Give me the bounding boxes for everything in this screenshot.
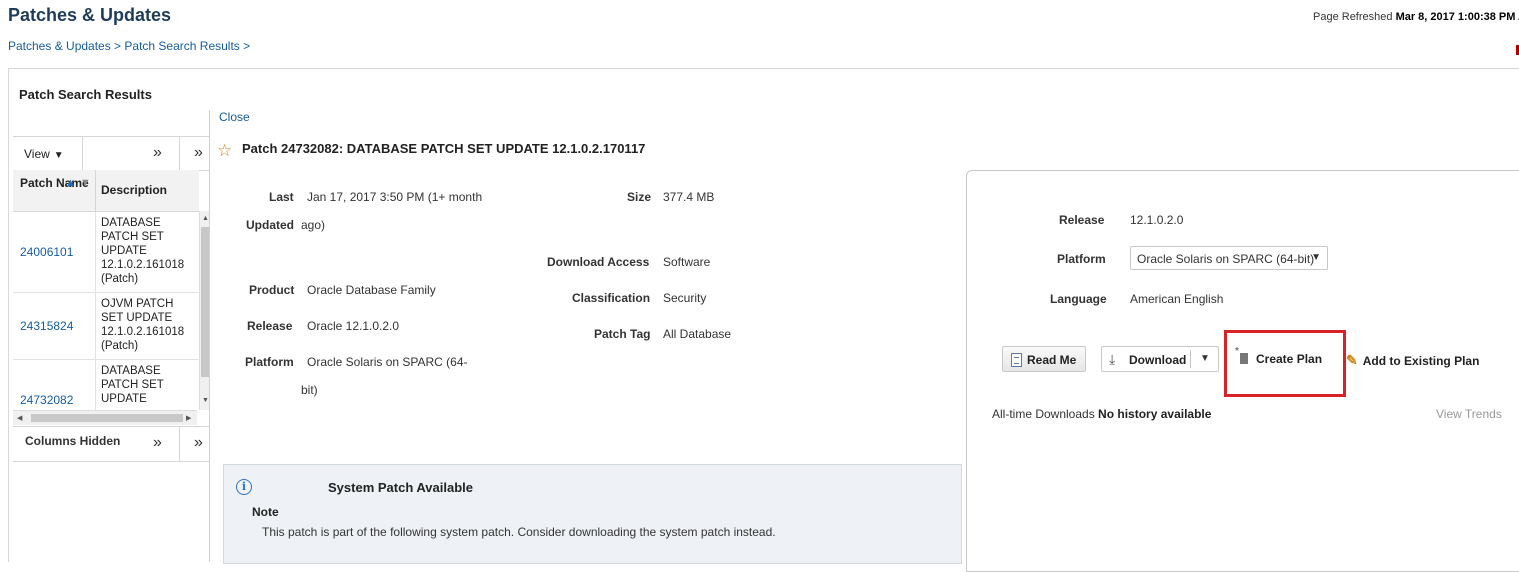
- classification-label: Classification: [572, 291, 651, 305]
- table-row[interactable]: 24006101 DATABASE PATCH SET UPDATE 12.1.…: [13, 212, 199, 293]
- table-row[interactable]: 24732082 DATABASE PATCH SET UPDATE: [13, 360, 199, 410]
- toolbar-separator: [82, 137, 83, 170]
- info-icon: i: [236, 479, 252, 495]
- page-title: Patches & Updates: [8, 5, 172, 25]
- patch-description: DATABASE PATCH SET UPDATE: [101, 365, 164, 405]
- content-left-border: [8, 68, 9, 562]
- sort-descending-icon[interactable]: ▼: [80, 177, 91, 189]
- patch-number-link[interactable]: 24006101: [20, 245, 73, 259]
- platform-value-cont: bit): [301, 383, 318, 397]
- scroll-up-icon[interactable]: ▲: [202, 215, 209, 222]
- release-label: Release: [247, 319, 293, 333]
- panel-language-label: Language: [1050, 292, 1107, 306]
- patch-tag-value: All Database: [663, 327, 732, 341]
- note-label: Note: [252, 505, 279, 519]
- last-updated-label-cont: Updated: [246, 218, 294, 232]
- document-icon: [1011, 353, 1022, 367]
- size-label: Size: [627, 190, 652, 204]
- table-row[interactable]: 24315824 OJVM PATCH SET UPDATE 12.1.0.2.…: [13, 293, 199, 360]
- page-refreshed: Page Refreshed Mar 8, 2017 1:00:38 PM A: [1313, 11, 1519, 23]
- scroll-thumb[interactable]: [31, 414, 183, 422]
- download-access-value: Software: [663, 255, 711, 269]
- note-text: This patch is part of the following syst…: [262, 525, 776, 539]
- view-menu[interactable]: View ▼: [24, 147, 64, 161]
- panel-platform-label: Platform: [1057, 252, 1106, 266]
- double-chevron-icon[interactable]: »: [153, 434, 162, 452]
- all-time-downloads-value: No history available: [1098, 407, 1212, 421]
- patch-description: DATABASE PATCH SET UPDATE 12.1.0.2.16101…: [101, 217, 185, 285]
- panel-release-value: 12.1.0.2.0: [1130, 213, 1184, 227]
- all-time-downloads: All-time Downloads No history available: [992, 407, 1211, 421]
- double-chevron-icon[interactable]: »: [194, 144, 203, 162]
- toolbar-separator: [179, 137, 180, 170]
- vertical-scrollbar[interactable]: ▲ ▼: [199, 211, 209, 410]
- download-button[interactable]: ⤓ Download ▼: [1101, 346, 1219, 372]
- last-updated-value: Jan 17, 2017 3:50 PM (1+ month: [307, 190, 483, 204]
- add-to-existing-plan-button[interactable]: ✎ Add to Existing Plan: [1346, 352, 1479, 369]
- columns-hidden-bar: Columns Hidden » »: [13, 426, 209, 462]
- column-header-patch[interactable]: Patch Name ▲ ▼: [20, 176, 98, 190]
- star-icon[interactable]: ☆: [217, 141, 232, 161]
- double-chevron-icon[interactable]: »: [153, 144, 162, 162]
- platform-select[interactable]: Oracle Solaris on SPARC (64-bit) ▼: [1130, 246, 1328, 270]
- patch-title: Patch 24732082: DATABASE PATCH SET UPDAT…: [242, 141, 646, 156]
- pane-splitter[interactable]: [209, 110, 210, 562]
- breadcrumb[interactable]: Patches & Updates > Patch Search Results…: [8, 39, 250, 53]
- column-header-description[interactable]: Description: [101, 183, 167, 197]
- sort-ascending-icon[interactable]: ▲: [65, 177, 76, 189]
- toolbar-separator: [179, 427, 180, 461]
- double-chevron-icon[interactable]: »: [194, 434, 203, 452]
- sort-icons[interactable]: ▲ ▼: [65, 176, 91, 190]
- close-link[interactable]: Close: [219, 110, 250, 124]
- button-separator: [1190, 350, 1191, 368]
- release-value: Oracle 12.1.0.2.0: [307, 319, 400, 333]
- patch-number-link[interactable]: 24732082: [20, 393, 73, 407]
- download-access-label: Download Access: [547, 255, 650, 269]
- size-value: 377.4 MB: [663, 190, 715, 204]
- header-divider: [8, 68, 1519, 69]
- new-plan-icon: [1235, 346, 1248, 364]
- scroll-left-icon[interactable]: ◀: [17, 414, 22, 422]
- results-toolbar: View ▼ » »: [13, 136, 209, 171]
- download-icon: ⤓: [1109, 351, 1116, 367]
- patch-number-link[interactable]: 24315824: [20, 319, 73, 333]
- scroll-down-icon[interactable]: ▼: [202, 397, 209, 404]
- panel-language-value: American English: [1130, 292, 1224, 306]
- product-value: Oracle Database Family: [307, 283, 436, 297]
- patch-tag-label: Patch Tag: [594, 327, 651, 341]
- horizontal-scrollbar[interactable]: ◀ ▶: [13, 410, 197, 425]
- platform-select-value: Oracle Solaris on SPARC (64-bit): [1137, 252, 1315, 266]
- last-updated-label: Last: [269, 190, 294, 204]
- system-patch-note: i System Patch Available Note This patch…: [223, 464, 962, 564]
- pencil-icon: ✎: [1346, 352, 1358, 368]
- view-trends-link[interactable]: View Trends: [1436, 407, 1502, 421]
- product-label: Product: [249, 283, 295, 297]
- column-separator: [95, 170, 96, 211]
- caret-down-icon: ▼: [53, 150, 64, 161]
- patch-description: OJVM PATCH SET UPDATE 12.1.0.2.161018 (P…: [101, 298, 185, 352]
- view-menu-label: View: [24, 147, 50, 161]
- scroll-right-icon[interactable]: ▶: [186, 414, 191, 422]
- scroll-thumb[interactable]: [201, 227, 209, 377]
- table-header: Patch Name ▲ ▼ Description: [13, 170, 199, 212]
- platform-value: Oracle Solaris on SPARC (64-: [307, 355, 468, 369]
- create-plan-button[interactable]: Create Plan: [1235, 346, 1322, 366]
- refresh-label: Page Refreshed: [1313, 11, 1393, 23]
- refresh-time: Mar 8, 2017 1:00:38 PM A: [1395, 11, 1519, 23]
- caret-down-icon: ▼: [1311, 252, 1321, 263]
- all-time-downloads-label: All-time Downloads: [992, 407, 1095, 421]
- platform-label: Platform: [245, 355, 294, 369]
- last-updated-value-cont: ago): [301, 218, 326, 232]
- columns-hidden-label: Columns Hidden: [25, 434, 121, 448]
- download-menu-caret-icon[interactable]: ▼: [1200, 353, 1210, 364]
- system-patch-title: System Patch Available: [328, 480, 473, 495]
- classification-value: Security: [663, 291, 707, 305]
- panel-release-label: Release: [1059, 213, 1105, 227]
- results-title: Patch Search Results: [19, 87, 152, 102]
- results-table: Patch Name ▲ ▼ Description 24006101 DATAB…: [13, 170, 209, 410]
- read-me-button[interactable]: Read Me: [1002, 346, 1086, 372]
